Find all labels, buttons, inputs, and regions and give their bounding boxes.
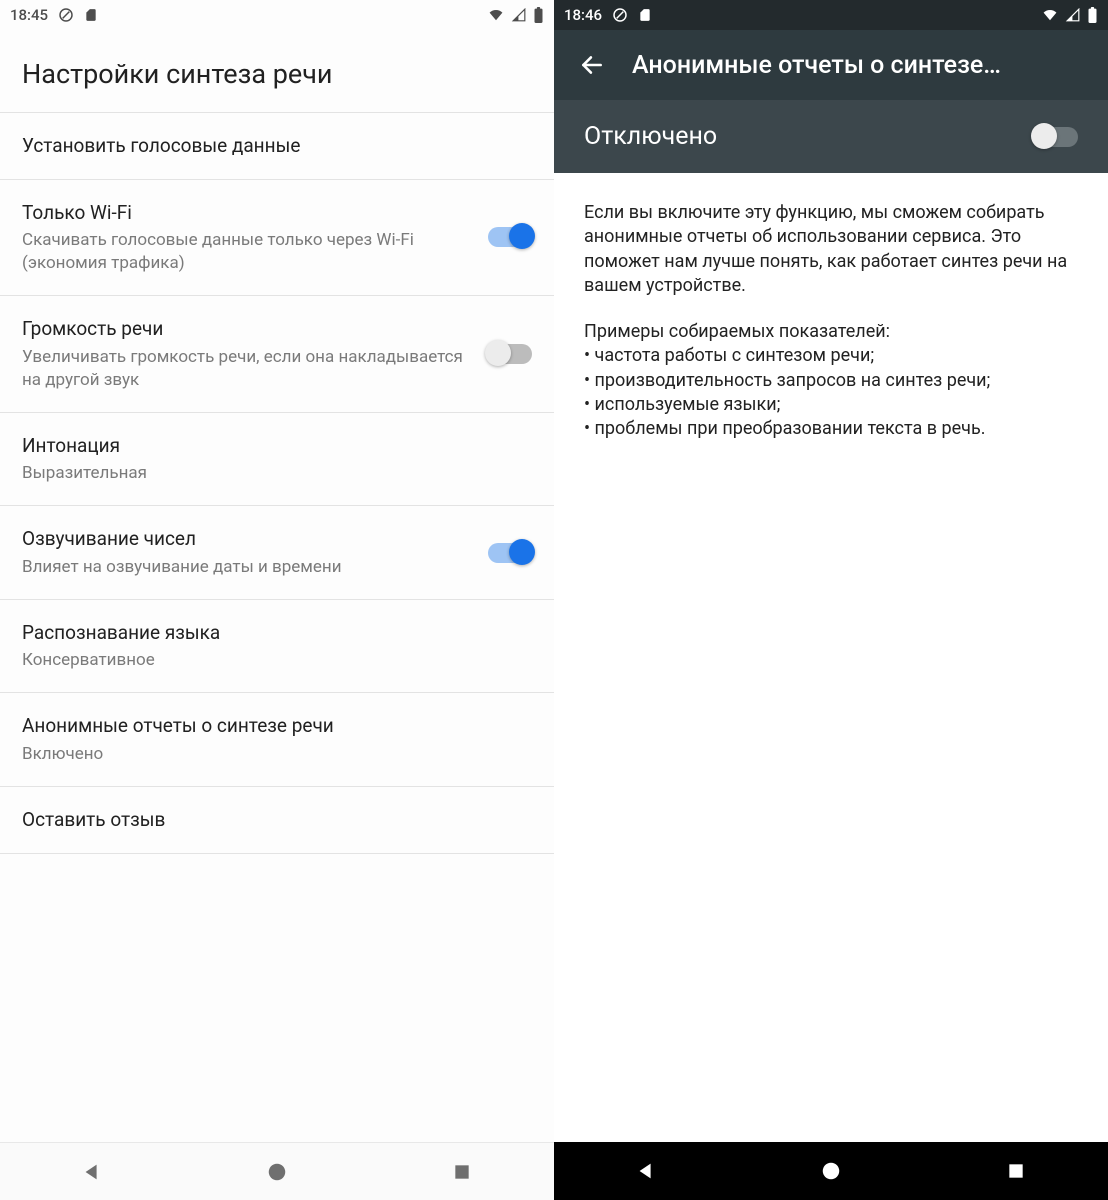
right-screen: 18:46 Анонимные отчеты о синтезе… Отключ…	[554, 0, 1108, 1200]
status-time: 18:46	[564, 6, 602, 24]
page-title: Настройки синтеза речи	[0, 30, 554, 112]
row-number-voicing[interactable]: Озвучивание чисел Влияет на озвучивание …	[0, 505, 554, 599]
sd-card-icon	[84, 7, 98, 23]
master-toggle-label: Отключено	[584, 122, 1034, 151]
row-install-voice-data[interactable]: Установить голосовые данные	[0, 112, 554, 179]
row-title: Анонимные отчеты о синтезе речи	[22, 713, 520, 739]
bullet-item: • частота работы с синтезом речи;	[584, 344, 1078, 368]
navbar-left	[0, 1142, 554, 1200]
settings-list: Установить голосовые данные Только Wi-Fi…	[0, 112, 554, 1142]
master-toggle-switch[interactable]	[1034, 127, 1078, 147]
wifi-icon	[487, 8, 505, 22]
row-subtitle: Включено	[22, 743, 520, 766]
description-body: Если вы включите эту функцию, мы сможем …	[554, 173, 1108, 1142]
row-wifi-only[interactable]: Только Wi-Fi Скачивать голосовые данные …	[0, 179, 554, 296]
bullets-intro: Примеры собираемых показателей:	[584, 320, 1078, 344]
dnd-icon	[58, 7, 74, 23]
appbar-title: Анонимные отчеты о синтезе…	[632, 51, 1092, 80]
navbar-right	[554, 1142, 1108, 1200]
nav-recents-button[interactable]	[422, 1162, 502, 1182]
bullet-item: • используемые языки;	[584, 393, 1078, 417]
row-anonymous-reports[interactable]: Анонимные отчеты о синтезе речи Включено	[0, 692, 554, 786]
nav-back-button[interactable]	[606, 1160, 686, 1182]
left-screen: 18:45 Настройки синтеза речи Установить …	[0, 0, 554, 1200]
speech-volume-switch[interactable]	[488, 344, 532, 364]
row-subtitle: Выразительная	[22, 462, 520, 485]
row-speech-volume[interactable]: Громкость речи Увеличивать громкость реч…	[0, 295, 554, 412]
signal-icon	[511, 8, 527, 22]
nav-recents-button[interactable]	[976, 1161, 1056, 1181]
row-subtitle: Увеличивать громкость речи, если она нак…	[22, 346, 476, 392]
number-voicing-switch[interactable]	[488, 543, 532, 563]
row-title: Только Wi-Fi	[22, 200, 476, 226]
row-title: Озвучивание чисел	[22, 526, 476, 552]
row-language-detection[interactable]: Распознавание языка Консервативное	[0, 599, 554, 693]
back-button[interactable]	[570, 52, 614, 78]
signal-icon	[1065, 8, 1081, 22]
nav-home-button[interactable]	[791, 1160, 871, 1182]
statusbar-left: 18:45	[0, 0, 554, 30]
status-time: 18:45	[10, 6, 48, 24]
statusbar-right: 18:46	[554, 0, 1108, 30]
sd-card-icon	[638, 7, 652, 23]
appbar: Анонимные отчеты о синтезе…	[554, 30, 1108, 100]
row-intonation[interactable]: Интонация Выразительная	[0, 412, 554, 506]
row-subtitle: Влияет на озвучивание даты и времени	[22, 556, 476, 579]
bullet-item: • проблемы при преобразовании текста в р…	[584, 417, 1078, 441]
bullet-item: • производительность запросов на синтез …	[584, 369, 1078, 393]
master-toggle-row[interactable]: Отключено	[554, 100, 1108, 173]
row-title: Распознавание языка	[22, 620, 520, 646]
battery-icon	[1087, 7, 1098, 23]
battery-icon	[533, 7, 544, 23]
row-title: Установить голосовые данные	[22, 133, 520, 159]
dnd-icon	[612, 7, 628, 23]
row-subtitle: Консервативное	[22, 649, 520, 672]
row-title: Громкость речи	[22, 316, 476, 342]
wifi-icon	[1041, 8, 1059, 22]
row-leave-feedback[interactable]: Оставить отзыв	[0, 786, 554, 853]
wifi-only-switch[interactable]	[488, 227, 532, 247]
row-subtitle: Скачивать голосовые данные только через …	[22, 229, 476, 275]
row-title: Оставить отзыв	[22, 807, 520, 833]
nav-back-button[interactable]	[52, 1161, 132, 1183]
row-title: Интонация	[22, 433, 520, 459]
nav-home-button[interactable]	[237, 1161, 317, 1183]
description-paragraph: Если вы включите эту функцию, мы сможем …	[584, 201, 1078, 298]
